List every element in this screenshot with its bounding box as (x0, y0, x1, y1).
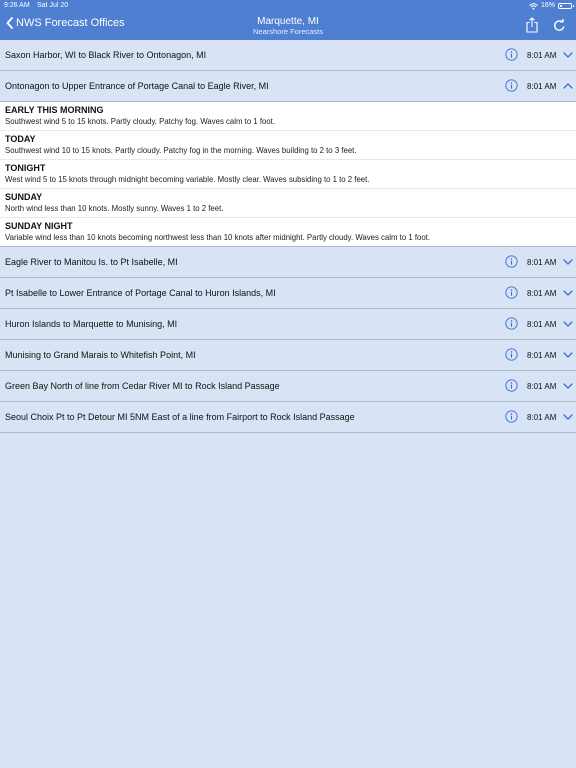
forecast-details: EARLY THIS MORNING Southwest wind 5 to 1… (0, 102, 576, 247)
zone-name: Ontonagon to Upper Entrance of Portage C… (5, 81, 269, 91)
navigation-bar: NWS Forecast Offices Marquette, MI Nears… (0, 13, 576, 40)
chevron-down-icon[interactable] (563, 383, 573, 389)
page-title: Marquette, MI (257, 16, 319, 27)
forecast-period-title: TODAY (5, 134, 36, 144)
forecast-period-text: Southwest wind 5 to 15 knots. Partly clo… (5, 117, 275, 126)
zone-row[interactable]: Green Bay North of line from Cedar River… (0, 371, 576, 402)
status-date: Sat Jul 20 (37, 2, 69, 9)
forecast-period-title: SUNDAY NIGHT (5, 221, 73, 231)
forecast-period-text: Southwest wind 10 to 15 knots. Partly cl… (5, 146, 357, 155)
forecast-period-text: West wind 5 to 15 knots through midnight… (5, 175, 370, 184)
zone-name: Huron Islands to Marquette to Munising, … (5, 319, 178, 329)
zone-row[interactable]: Seoul Choix Pt to Pt Detour MI 5NM East … (0, 402, 576, 433)
battery-percent: 16% (540, 2, 555, 9)
info-circle-icon[interactable] (505, 317, 518, 330)
refresh-icon (554, 18, 565, 31)
status-time: 9:26 AM (4, 2, 30, 9)
chevron-down-icon[interactable] (563, 352, 573, 358)
chevron-down-icon[interactable] (563, 414, 573, 420)
wifi-icon (529, 2, 538, 10)
issue-time: 8:01 AM (527, 81, 557, 91)
chevron-down-icon[interactable] (563, 52, 573, 58)
zone-row-expanded[interactable]: Ontonagon to Upper Entrance of Portage C… (0, 71, 576, 102)
forecast-period: SUNDAY NIGHT Variable wind less than 10 … (0, 218, 576, 247)
chevron-down-icon[interactable] (563, 259, 573, 265)
issue-time: 8:01 AM (527, 288, 557, 298)
info-circle-icon[interactable] (505, 348, 518, 361)
forecast-period: SUNDAY North wind less than 10 knots. Mo… (0, 189, 576, 218)
share-icon (526, 17, 538, 33)
page-subtitle: Nearshore Forecasts (252, 27, 324, 36)
zone-name: Eagle River to Manitou Is. to Pt Isabell… (5, 257, 178, 267)
issue-time: 8:01 AM (527, 381, 557, 391)
info-circle-icon[interactable] (505, 79, 518, 92)
forecast-period: EARLY THIS MORNING Southwest wind 5 to 1… (0, 102, 576, 131)
share-button[interactable] (526, 17, 538, 38)
info-circle-icon[interactable] (505, 48, 518, 61)
info-circle-icon[interactable] (505, 379, 518, 392)
battery-icon (558, 3, 574, 9)
issue-time: 8:01 AM (527, 50, 557, 60)
chevron-down-icon[interactable] (563, 321, 573, 327)
zone-row[interactable]: Munising to Grand Marais to Whitefish Po… (0, 340, 576, 371)
zone-row[interactable]: Pt Isabelle to Lower Entrance of Portage… (0, 278, 576, 309)
forecast-period-text: Variable wind less than 10 knots becomin… (5, 233, 430, 242)
chevron-up-icon[interactable] (563, 83, 573, 89)
nearshore-zone-list: Saxon Harbor, WI to Black River to Onton… (0, 40, 576, 433)
chevron-down-icon[interactable] (563, 290, 573, 296)
zone-name: Green Bay North of line from Cedar River… (5, 381, 280, 391)
refresh-button[interactable] (553, 18, 566, 37)
zone-row[interactable]: Huron Islands to Marquette to Munising, … (0, 309, 576, 340)
forecast-period: TODAY Southwest wind 10 to 15 knots. Par… (0, 131, 576, 160)
zone-name: Pt Isabelle to Lower Entrance of Portage… (5, 288, 276, 298)
forecast-period: TONIGHT West wind 5 to 15 knots through … (0, 160, 576, 189)
issue-time: 8:01 AM (527, 257, 557, 267)
status-bar: 9:26 AM Sat Jul 20 16% (0, 0, 576, 13)
issue-time: 8:01 AM (527, 350, 557, 360)
zone-name: Munising to Grand Marais to Whitefish Po… (5, 350, 196, 360)
status-right: 16% (529, 0, 574, 12)
zone-name: Saxon Harbor, WI to Black River to Onton… (5, 50, 207, 60)
issue-time: 8:01 AM (527, 319, 557, 329)
forecast-period-title: SUNDAY (5, 192, 43, 202)
forecast-period-title: EARLY THIS MORNING (5, 105, 104, 115)
zone-row[interactable]: Eagle River to Manitou Is. to Pt Isabell… (0, 247, 576, 278)
info-circle-icon[interactable] (505, 286, 518, 299)
zone-name: Seoul Choix Pt to Pt Detour MI 5NM East … (5, 412, 355, 422)
forecast-period-text: North wind less than 10 knots. Mostly su… (5, 204, 224, 213)
info-circle-icon[interactable] (505, 410, 518, 423)
zone-row[interactable]: Saxon Harbor, WI to Black River to Onton… (0, 40, 576, 71)
issue-time: 8:01 AM (527, 412, 557, 422)
forecast-period-title: TONIGHT (5, 163, 46, 173)
info-circle-icon[interactable] (505, 255, 518, 268)
